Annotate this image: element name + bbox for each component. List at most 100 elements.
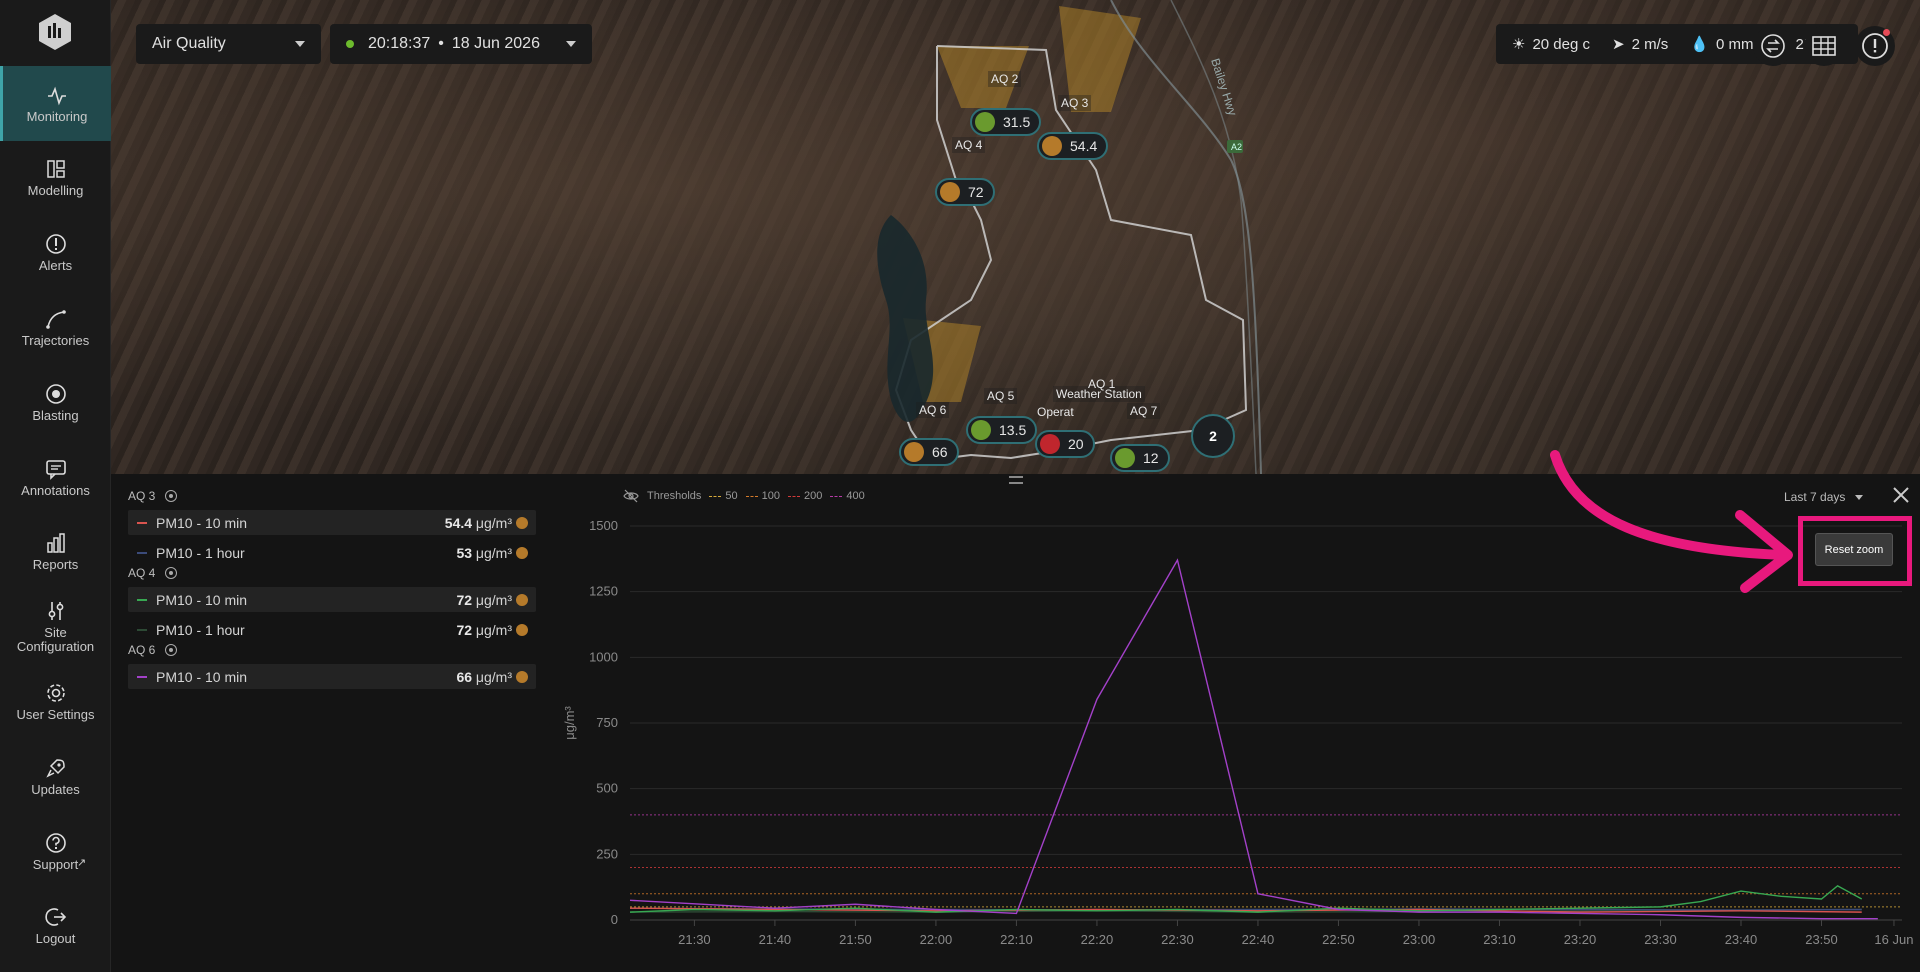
map[interactable]: Bailey Hwy A2 Air Quality 20:18:37 • 18 … <box>111 0 1920 474</box>
marker-value: 66 <box>932 444 948 460</box>
sidebar-item-label: Monitoring <box>26 108 88 124</box>
marker-value: 20 <box>1068 436 1084 452</box>
series-legend-row[interactable]: PM10 - 1 hour 72 μg/m³ <box>128 617 536 642</box>
series-legend-row[interactable]: PM10 - 10 min 54.4 μg/m³ <box>128 510 536 535</box>
series-name: PM10 - 10 min <box>156 514 248 531</box>
sidebar-item-user-settings[interactable]: User Settings <box>0 664 111 739</box>
threshold-legend-item[interactable]: 400 <box>830 490 865 502</box>
status-dot <box>516 623 528 636</box>
sensor-group-name: AQ 4 <box>128 566 156 580</box>
series-value: 66 μg/m³ <box>456 669 512 685</box>
layer-select[interactable]: Air Quality <box>136 24 321 64</box>
marker-value: 72 <box>968 184 984 200</box>
threshold-value: 400 <box>846 490 865 502</box>
sidebar-item-logout[interactable]: Logout <box>0 889 111 964</box>
eye-off-icon[interactable] <box>623 489 639 503</box>
map-marker-label: AQ 7 <box>1127 403 1161 419</box>
threshold-value: 100 <box>761 490 781 502</box>
sensor-group-name: AQ 6 <box>128 643 156 657</box>
series-name: PM10 - 10 min <box>156 668 248 685</box>
threshold-legend-item[interactable]: 200 <box>788 490 822 502</box>
sensor-group-title[interactable]: AQ 3 <box>128 489 178 503</box>
trajectory-icon <box>45 308 67 330</box>
live-indicator-icon <box>346 40 354 48</box>
svg-text:A2: A2 <box>1231 142 1242 152</box>
rain-value: 0 mm <box>1715 35 1754 53</box>
swap-button[interactable] <box>1753 26 1793 66</box>
current-date: 18 Jun 2026 <box>451 35 540 52</box>
sidebar-item-modelling[interactable]: Modelling <box>0 141 111 216</box>
sidebar-item-alerts[interactable]: Alerts <box>0 216 111 291</box>
locate-sensor-icon[interactable] <box>165 644 178 656</box>
target-icon <box>45 383 67 405</box>
map-marker-label: Operat <box>1037 405 1074 419</box>
comment-icon <box>45 458 67 480</box>
road-label: Bailey Hwy <box>1208 57 1240 118</box>
series-legend-row[interactable]: PM10 - 1 hour 53 μg/m³ <box>128 540 536 565</box>
map-marker-label: AQ 2 <box>988 71 1022 87</box>
marker-value: 12 <box>1143 450 1159 466</box>
map-marker-aq-5[interactable]: 13.5 <box>966 416 1038 444</box>
marker-value: 13.5 <box>999 422 1027 438</box>
map-marker-aq-6[interactable]: 66 <box>899 438 959 466</box>
series-value-unit: μg/m³ <box>472 591 512 608</box>
alert-circle-icon <box>45 233 67 255</box>
map-marker-label: AQ 4 <box>952 137 986 153</box>
threshold-legend-item[interactable]: 100 <box>745 490 781 502</box>
map-marker-operat[interactable]: 20 <box>1035 430 1095 458</box>
threshold-dash <box>788 495 801 497</box>
alerts-button[interactable] <box>1855 26 1895 66</box>
status-dot <box>975 112 995 132</box>
map-marker-aq-4[interactable]: 72 <box>935 178 995 206</box>
threshold-dash <box>745 495 758 497</box>
sidebar-item-label: Site Configuration <box>16 625 95 655</box>
app-logo[interactable] <box>35 12 75 52</box>
sidebar-item-label: Support <box>32 856 79 872</box>
map-marker-label: AQ 5 <box>984 388 1018 404</box>
sidebar-item-label: Logout <box>35 931 76 947</box>
series-value-number: 53 <box>456 544 473 561</box>
notification-dot <box>1883 29 1890 36</box>
sidebar-item-site-configuration[interactable]: Site Configuration <box>0 590 111 665</box>
chevron-down-icon <box>295 41 305 47</box>
map-marker-aq-7[interactable]: 12 <box>1110 444 1170 472</box>
sidebar-item-label: Reports <box>32 557 79 573</box>
series-name: PM10 - 1 hour <box>156 544 245 561</box>
datetime-select[interactable]: 20:18:37 • 18 Jun 2026 <box>330 24 592 64</box>
sensor-group-title[interactable]: AQ 4 <box>128 566 178 580</box>
close-panel-button[interactable] <box>1891 485 1911 505</box>
series-legend-row[interactable]: PM10 - 10 min 72 μg/m³ <box>128 587 536 612</box>
locate-sensor-icon[interactable] <box>165 567 178 579</box>
sidebar-item-label: Annotations <box>21 482 90 498</box>
series-value-number: 54.4 <box>444 514 473 531</box>
panel-resize-handle[interactable] <box>1009 476 1023 484</box>
series-value: 54.4 μg/m³ <box>445 515 512 531</box>
series-value: 53 μg/m³ <box>456 545 512 561</box>
sidebar-item-label: Updates <box>31 781 80 797</box>
bar-chart-icon <box>45 532 67 554</box>
sidebar-item-label: Modelling <box>27 183 84 199</box>
sensor-group-title[interactable]: AQ 6 <box>128 643 178 657</box>
aq1-label: AQ 1 <box>1088 377 1116 391</box>
sidebar-item-trajectories[interactable]: Trajectories <box>0 290 111 365</box>
sidebar-item-reports[interactable]: Reports <box>0 515 111 590</box>
datetime-separator: • <box>438 35 444 52</box>
sidebar-item-blasting[interactable]: Blasting <box>0 365 111 440</box>
sidebar-item-support[interactable]: Support ↗ <box>0 814 111 889</box>
sidebar-item-updates[interactable]: Updates <box>0 739 111 814</box>
status-dot <box>516 516 528 529</box>
tutorial-highlight-box <box>1798 516 1912 586</box>
map-marker-aq-3[interactable]: 54.4 <box>1037 132 1109 160</box>
status-dot <box>940 182 960 202</box>
sidebar-item-monitoring[interactable]: Monitoring <box>0 66 111 141</box>
threshold-legend-item[interactable]: 50 <box>709 490 738 502</box>
series-name: PM10 - 10 min <box>156 591 248 608</box>
series-legend-row[interactable]: PM10 - 10 min 66 μg/m³ <box>128 664 536 689</box>
map-cluster-marker[interactable]: 2 <box>1191 414 1235 458</box>
gear-icon <box>45 682 67 704</box>
series-value-unit: μg/m³ <box>472 621 512 638</box>
map-marker-aq-2[interactable]: 31.5 <box>970 108 1042 136</box>
locate-sensor-icon[interactable] <box>165 490 178 502</box>
sidebar-item-annotations[interactable]: Annotations <box>0 440 111 515</box>
grid-view-button[interactable] <box>1804 26 1844 66</box>
